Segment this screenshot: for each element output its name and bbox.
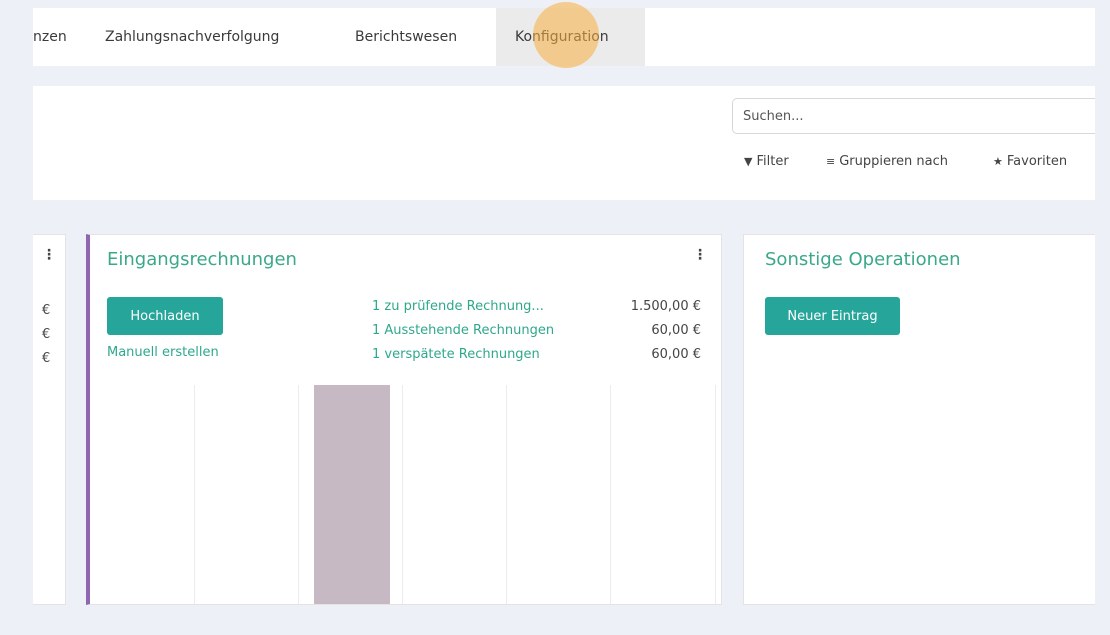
amount-value: € — [42, 351, 51, 366]
upload-button[interactable]: Hochladen — [107, 297, 223, 335]
star-icon: ★ — [993, 155, 1003, 168]
invoices-to-check-amount: 1.500,00 € — [630, 299, 701, 314]
purchase-journal-card: Eingangsrechnungen ⋮ Hochladen Manuell e… — [86, 234, 722, 605]
card-title[interactable]: Eingangsrechnungen — [107, 249, 297, 270]
filter-icon: ▼ — [744, 155, 753, 168]
late-invoices-link[interactable]: 1 verspätete Rechnungen — [372, 347, 540, 362]
invoices-to-check-link[interactable]: 1 zu prüfende Rechnung... — [372, 299, 544, 314]
journal-card-partial: ⋮ € € € — [33, 234, 66, 605]
pending-invoices-link[interactable]: 1 Ausstehende Rechnungen — [372, 323, 554, 338]
graph-gridline — [715, 385, 716, 604]
card-options-icon[interactable]: ⋮ — [42, 247, 56, 263]
create-manually-link[interactable]: Manuell erstellen — [107, 345, 219, 360]
group-by-label: Gruppieren nach — [839, 154, 949, 169]
search-input[interactable] — [733, 99, 1095, 133]
late-invoices-amount: 60,00 € — [651, 347, 701, 362]
menu-item-finanzen[interactable]: nzen — [33, 8, 67, 66]
favorites-label: Favoriten — [1006, 154, 1068, 169]
invoice-bar-graph[interactable] — [194, 385, 716, 604]
menu-item-zahlungsnachverfolgung[interactable]: Zahlungsnachverfolgung — [105, 8, 279, 66]
amount-value: € — [42, 303, 51, 318]
graph-gridline — [194, 385, 195, 604]
graph-bar[interactable] — [314, 385, 390, 604]
list-icon: ≡ — [826, 155, 836, 168]
filter-label: Filter — [756, 154, 789, 169]
amount-value: € — [42, 327, 51, 342]
graph-gridline — [402, 385, 403, 604]
filter-button[interactable]: ▼ Filter — [744, 150, 789, 174]
graph-gridline — [506, 385, 507, 604]
favorites-button[interactable]: ★ Favoriten — [993, 150, 1067, 174]
new-entry-button[interactable]: Neuer Eintrag — [765, 297, 900, 335]
pending-invoices-amount: 60,00 € — [651, 323, 701, 338]
card-title[interactable]: Sonstige Operationen — [765, 249, 961, 270]
group-by-button[interactable]: ≡ Gruppieren nach — [826, 150, 948, 174]
click-highlight-marker — [533, 2, 599, 68]
menu-item-berichtswesen[interactable]: Berichtswesen — [355, 8, 457, 66]
search-box — [732, 98, 1095, 134]
misc-operations-card: Sonstige Operationen Neuer Eintrag — [743, 234, 1095, 605]
card-options-icon[interactable]: ⋮ — [693, 247, 707, 263]
graph-gridline — [298, 385, 299, 604]
graph-gridline — [610, 385, 611, 604]
